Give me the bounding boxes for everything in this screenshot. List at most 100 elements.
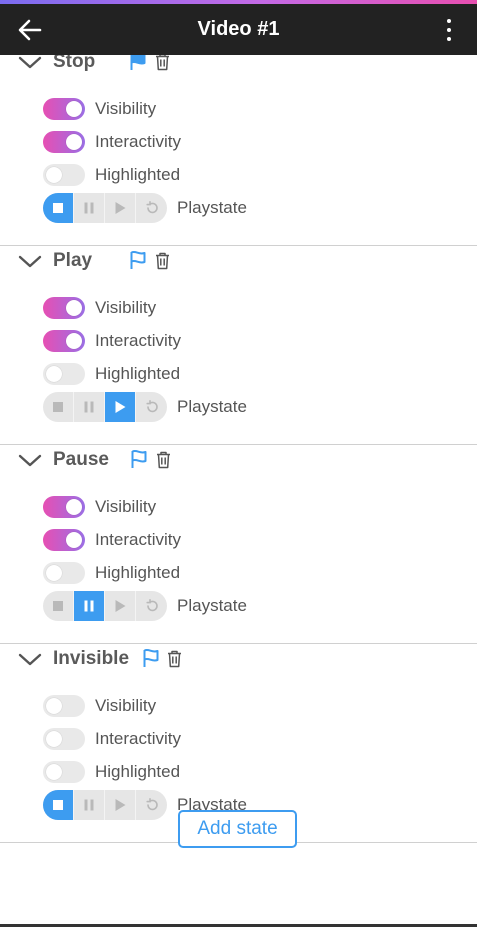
highlighted-row: Highlighted bbox=[43, 162, 463, 188]
add-state-area: Add state bbox=[0, 796, 477, 872]
collapse-toggle[interactable] bbox=[18, 651, 42, 667]
more-vertical-icon-dot bbox=[447, 37, 451, 41]
delete-button[interactable] bbox=[167, 650, 182, 668]
chevron-down-icon bbox=[18, 255, 42, 268]
flag-button[interactable] bbox=[142, 648, 160, 668]
toggle-knob bbox=[66, 532, 82, 548]
playstate-selector bbox=[43, 193, 167, 223]
playstate-row: Playstate bbox=[43, 193, 463, 223]
interactivity-row: Interactivity bbox=[43, 328, 463, 354]
visibility-row: Visibility bbox=[43, 96, 463, 122]
more-menu-button[interactable] bbox=[443, 17, 455, 43]
playstate-label: Playstate bbox=[177, 198, 247, 217]
interactivity-toggle[interactable] bbox=[43, 131, 85, 153]
highlighted-toggle[interactable] bbox=[43, 363, 85, 385]
arrow-left-icon bbox=[18, 19, 42, 41]
toggle-knob bbox=[46, 167, 62, 183]
playstate-selector bbox=[43, 392, 167, 422]
page-title: Video #1 bbox=[197, 18, 280, 40]
trash-icon bbox=[157, 451, 170, 469]
toggle-knob bbox=[66, 134, 82, 150]
highlighted-row: Highlighted bbox=[43, 361, 463, 387]
trash-icon bbox=[156, 252, 169, 270]
interactivity-row: Interactivity bbox=[43, 726, 463, 752]
state-section: Pause Visibility Interactivity Highlighted P… bbox=[0, 445, 477, 644]
visibility-toggle[interactable] bbox=[43, 496, 85, 518]
highlighted-label: Highlighted bbox=[95, 165, 181, 184]
app-header: Video #1 bbox=[0, 4, 477, 55]
state-header: Invisible bbox=[0, 644, 477, 680]
play-icon bbox=[115, 401, 126, 413]
playstate-play-button[interactable] bbox=[105, 392, 136, 422]
playstate-stop-button[interactable] bbox=[43, 392, 74, 422]
playstate-stop-button[interactable] bbox=[43, 591, 74, 621]
toggle-knob bbox=[46, 698, 62, 714]
visibility-row: Visibility bbox=[43, 494, 463, 520]
visibility-toggle[interactable] bbox=[43, 695, 85, 717]
collapse-toggle[interactable] bbox=[18, 253, 42, 269]
playstate-label: Playstate bbox=[177, 596, 247, 615]
replay-icon bbox=[145, 400, 158, 413]
playstate-row: Playstate bbox=[43, 392, 463, 422]
interactivity-toggle[interactable] bbox=[43, 728, 85, 750]
toggle-knob bbox=[46, 731, 62, 747]
playstate-play-button[interactable] bbox=[105, 591, 136, 621]
playstate-play-button[interactable] bbox=[105, 193, 136, 223]
visibility-row: Visibility bbox=[43, 693, 463, 719]
flag-icon bbox=[143, 649, 159, 667]
back-button[interactable] bbox=[16, 17, 44, 43]
interactivity-toggle[interactable] bbox=[43, 529, 85, 551]
playstate-pause-button[interactable] bbox=[74, 193, 105, 223]
delete-button[interactable] bbox=[155, 55, 170, 71]
toggle-knob bbox=[46, 366, 62, 382]
stop-icon bbox=[53, 402, 63, 412]
visibility-label: Visibility bbox=[95, 497, 157, 516]
visibility-label: Visibility bbox=[95, 298, 157, 317]
flag-button[interactable] bbox=[129, 55, 147, 71]
highlighted-toggle[interactable] bbox=[43, 761, 85, 783]
flag-button[interactable] bbox=[129, 250, 147, 270]
interactivity-label: Interactivity bbox=[95, 132, 181, 151]
highlighted-toggle[interactable] bbox=[43, 562, 85, 584]
interactivity-row: Interactivity bbox=[43, 129, 463, 155]
interactivity-label: Interactivity bbox=[95, 530, 181, 549]
more-vertical-icon-dot bbox=[447, 19, 451, 23]
visibility-toggle[interactable] bbox=[43, 297, 85, 319]
more-vertical-icon-dot bbox=[447, 28, 451, 32]
toggle-knob bbox=[66, 300, 82, 316]
stop-icon bbox=[53, 203, 63, 213]
state-name: Play bbox=[53, 250, 93, 271]
playstate-selector bbox=[43, 591, 167, 621]
state-header: Pause bbox=[0, 445, 477, 481]
toggle-knob bbox=[66, 499, 82, 515]
playstate-pause-button[interactable] bbox=[74, 392, 105, 422]
playstate-pause-button[interactable] bbox=[74, 591, 105, 621]
add-state-button[interactable]: Add state bbox=[178, 810, 297, 848]
visibility-row: Visibility bbox=[43, 295, 463, 321]
play-icon bbox=[115, 202, 126, 214]
visibility-toggle[interactable] bbox=[43, 98, 85, 120]
highlighted-row: Highlighted bbox=[43, 759, 463, 785]
chevron-down-icon bbox=[18, 56, 42, 69]
collapse-toggle[interactable] bbox=[18, 452, 42, 468]
delete-button[interactable] bbox=[155, 252, 170, 270]
chevron-down-icon bbox=[18, 653, 42, 666]
delete-button[interactable] bbox=[156, 451, 171, 469]
play-icon bbox=[115, 600, 126, 612]
playstate-stop-button[interactable] bbox=[43, 193, 74, 223]
interactivity-row: Interactivity bbox=[43, 527, 463, 553]
highlighted-toggle[interactable] bbox=[43, 164, 85, 186]
playstate-row: Playstate bbox=[43, 591, 463, 621]
visibility-label: Visibility bbox=[95, 696, 157, 715]
replay-icon bbox=[145, 599, 158, 612]
state-name: Pause bbox=[53, 449, 109, 470]
highlighted-label: Highlighted bbox=[95, 762, 181, 781]
flag-button[interactable] bbox=[130, 449, 148, 469]
interactivity-toggle[interactable] bbox=[43, 330, 85, 352]
playstate-replay-button[interactable] bbox=[136, 392, 167, 422]
playstate-replay-button[interactable] bbox=[136, 193, 167, 223]
collapse-toggle[interactable] bbox=[18, 55, 42, 70]
state-header: Play bbox=[0, 246, 477, 282]
state-name: Stop bbox=[53, 55, 96, 72]
playstate-replay-button[interactable] bbox=[136, 591, 167, 621]
